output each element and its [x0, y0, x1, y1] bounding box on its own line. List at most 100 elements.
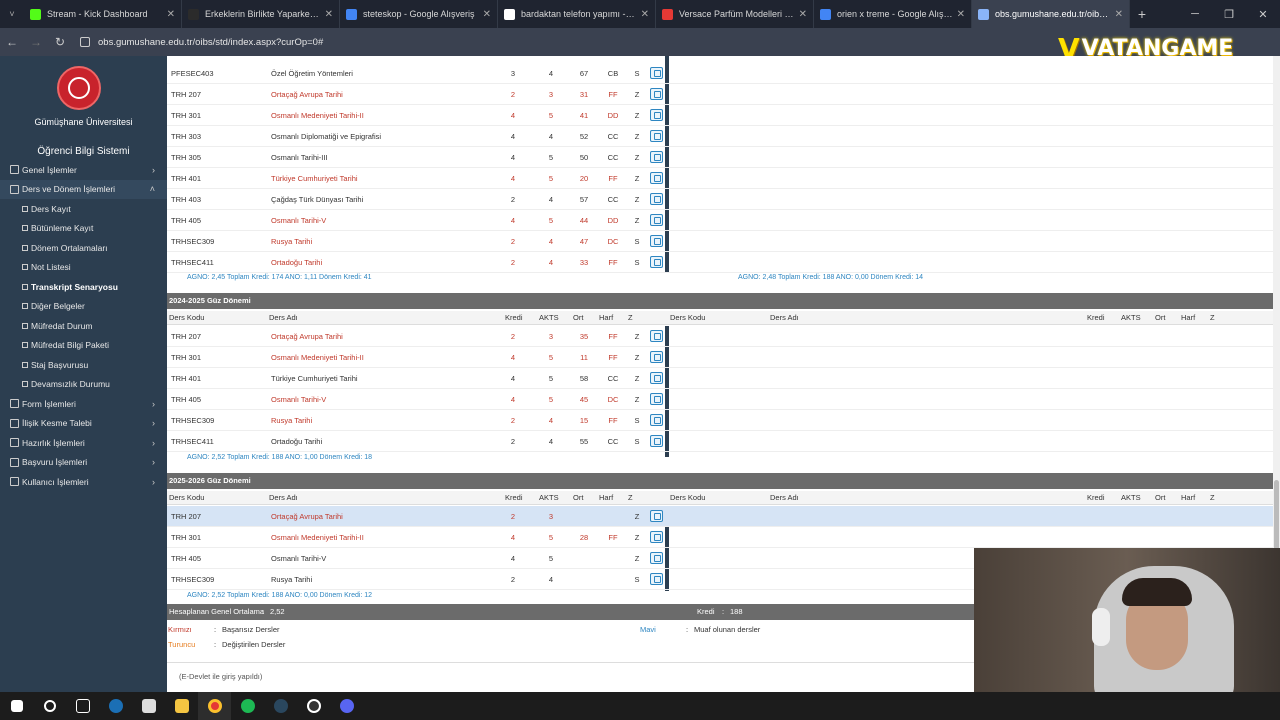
header-z[interactable]: Z [628, 311, 633, 325]
close-tab-icon[interactable]: ✕ [799, 9, 807, 20]
close-tab-icon[interactable]: ✕ [641, 9, 649, 20]
edit-icon[interactable] [650, 510, 663, 522]
browser-tab[interactable]: steteskop - Google Alışveriş ✕ [340, 0, 498, 28]
browser-tab[interactable]: bardaktan telefon yapımı - Goo ✕ [498, 0, 656, 28]
header-z[interactable]: Z [1210, 491, 1215, 505]
table-row[interactable]: TRH 207 Ortaçağ Avrupa Tarihi 2 3 31 FF Z [167, 84, 1273, 105]
windows-start-icon[interactable] [0, 692, 33, 720]
edit-icon[interactable] [650, 109, 663, 121]
browser-tab[interactable]: obs.gumushane.edu.tr/oibs/std ✕ [972, 0, 1130, 28]
edit-icon[interactable] [650, 256, 663, 268]
table-row[interactable]: TRH 301 Osmanlı Medeniyeti Tarihi-II 4 5 41 D… [167, 105, 1273, 126]
header-harf[interactable]: Harf [599, 491, 613, 505]
search-icon[interactable] [33, 692, 66, 720]
header-akts[interactable]: AKTS [539, 491, 559, 505]
close-tab-icon[interactable]: ✕ [167, 9, 175, 20]
table-row[interactable]: TRH 301 Osmanlı Medeniyeti Tarihi-II 4 5 28 F… [167, 527, 1273, 548]
table-row[interactable]: TRHSEC309 Rusya Tarihi 2 4 47 DC S [167, 231, 1273, 252]
obs-icon[interactable] [297, 692, 330, 720]
table-row[interactable]: TRHSEC309 Rusya Tarihi 2 4 15 FF S [167, 410, 1273, 431]
sidebar-item[interactable]: Başvuru İşlemleri › [0, 453, 167, 473]
sidebar-item-ders-donem[interactable]: Ders ve Dönem İşlemleri ˄ [0, 179, 167, 199]
steam-app-icon[interactable] [264, 692, 297, 720]
header-harf[interactable]: Harf [1181, 311, 1195, 325]
header-z[interactable]: Z [1210, 311, 1215, 325]
sidebar-item-genel-islemler[interactable]: Genel İşlemler › [0, 160, 167, 180]
url-field[interactable]: obs.gumushane.edu.tr/oibs/std/index.aspx… [80, 37, 323, 48]
header-ort[interactable]: Ort [1155, 491, 1165, 505]
sidebar-item[interactable]: Form İşlemleri › [0, 394, 167, 414]
app-icon[interactable] [132, 692, 165, 720]
edit-icon[interactable] [650, 531, 663, 543]
table-row[interactable]: TRH 405 Osmanlı Tarihi-V 4 5 44 DD Z [167, 210, 1273, 231]
sidebar-item[interactable]: İlişik Kesme Talebi › [0, 414, 167, 434]
table-row[interactable]: TRH 301 Osmanlı Medeniyeti Tarihi-II 4 5 11 F… [167, 347, 1273, 368]
discord-icon[interactable] [330, 692, 363, 720]
back-arrow-icon[interactable]: ← [0, 35, 24, 49]
sidebar-item[interactable]: Hazırlık İşlemleri › [0, 433, 167, 453]
edit-icon[interactable] [650, 193, 663, 205]
task-view-icon[interactable] [66, 692, 99, 720]
table-row[interactable]: TRH 401 Türkiye Cumhuriyeti Tarihi 4 5 58 CC Z [167, 368, 1273, 389]
chrome-icon[interactable] [198, 692, 231, 720]
table-row[interactable]: TRHSEC411 Ortadoğu Tarihi 2 4 55 CC S [167, 431, 1273, 452]
edit-icon[interactable] [650, 330, 663, 342]
submenu-item[interactable]: Ders Kayıt [0, 199, 167, 219]
browser-tab[interactable]: Stream - Kick Dashboard ✕ [24, 0, 182, 28]
edit-icon[interactable] [650, 151, 663, 163]
reload-icon[interactable]: ↻ [48, 35, 72, 49]
header-akts[interactable]: AKTS [1121, 311, 1141, 325]
edit-icon[interactable] [650, 435, 663, 447]
header-akts[interactable]: AKTS [1121, 491, 1141, 505]
edit-icon[interactable] [650, 172, 663, 184]
header-kredi[interactable]: Kredi [505, 491, 523, 505]
table-row[interactable]: TRH 207 Ortaçağ Avrupa Tarihi 2 3 Z [167, 506, 1273, 527]
header-code[interactable]: Ders Kodu [169, 311, 204, 325]
edit-icon[interactable] [650, 130, 663, 142]
steam-icon[interactable] [99, 692, 132, 720]
edit-icon[interactable] [650, 552, 663, 564]
table-row[interactable]: TRHSEC411 Ortadoğu Tarihi 2 4 33 FF S [167, 252, 1273, 273]
close-tab-icon[interactable]: ✕ [1115, 9, 1123, 20]
table-row[interactable]: TRH 303 Osmanlı Diplomatiği ve Epigrafisi… [167, 126, 1273, 147]
header-name[interactable]: Ders Adı [269, 491, 298, 505]
browser-tab[interactable]: Erkeklerin Birlikte Yaparken En ✕ [182, 0, 340, 28]
forward-arrow-icon[interactable]: → [24, 35, 48, 49]
edit-icon[interactable] [650, 351, 663, 363]
header-akts[interactable]: AKTS [539, 311, 559, 325]
browser-tab[interactable]: orien x treme - Google Alışveriş ✕ [814, 0, 972, 28]
header-code[interactable]: Ders Kodu [169, 491, 204, 505]
site-info-icon[interactable] [80, 37, 90, 47]
edit-icon[interactable] [650, 214, 663, 226]
close-tab-icon[interactable]: ✕ [483, 9, 491, 20]
sidebar-item[interactable]: Kullanıcı İşlemleri › [0, 472, 167, 492]
edit-icon[interactable] [650, 393, 663, 405]
edit-icon[interactable] [650, 372, 663, 384]
header-code[interactable]: Ders Kodu [670, 311, 705, 325]
header-name[interactable]: Ders Adı [770, 311, 799, 325]
submenu-item[interactable]: Transkript Senaryosu [0, 277, 167, 297]
header-harf[interactable]: Harf [599, 311, 613, 325]
submenu-item[interactable]: Diğer Belgeler [0, 297, 167, 317]
header-ort[interactable]: Ort [573, 491, 583, 505]
new-tab-button[interactable]: + [1130, 6, 1154, 22]
header-ort[interactable]: Ort [1155, 311, 1165, 325]
header-kredi[interactable]: Kredi [1087, 491, 1105, 505]
submenu-item[interactable]: Staj Başvurusu [0, 355, 167, 375]
table-row[interactable]: TRH 403 Çağdaş Türk Dünyası Tarihi 2 4 57 CC Z [167, 189, 1273, 210]
file-explorer-icon[interactable] [165, 692, 198, 720]
header-code[interactable]: Ders Kodu [670, 491, 705, 505]
table-row[interactable]: PFESEC403 Özel Öğretim Yöntemleri 3 4 67 CB S [167, 63, 1273, 84]
restore-icon[interactable]: ❐ [1212, 0, 1246, 28]
edit-icon[interactable] [650, 235, 663, 247]
table-row[interactable]: TRH 405 Osmanlı Tarihi-V 4 5 45 DC Z [167, 389, 1273, 410]
edit-icon[interactable] [650, 67, 663, 79]
tab-search-icon[interactable]: ˅ [0, 0, 24, 28]
edit-icon[interactable] [650, 88, 663, 100]
header-kredi[interactable]: Kredi [505, 311, 523, 325]
header-ort[interactable]: Ort [573, 311, 583, 325]
header-name[interactable]: Ders Adı [770, 491, 799, 505]
browser-tab[interactable]: Versace Parfüm Modelleri ve Fi ✕ [656, 0, 814, 28]
close-tab-icon[interactable]: ✕ [957, 9, 965, 20]
submenu-item[interactable]: Not Listesi [0, 258, 167, 278]
